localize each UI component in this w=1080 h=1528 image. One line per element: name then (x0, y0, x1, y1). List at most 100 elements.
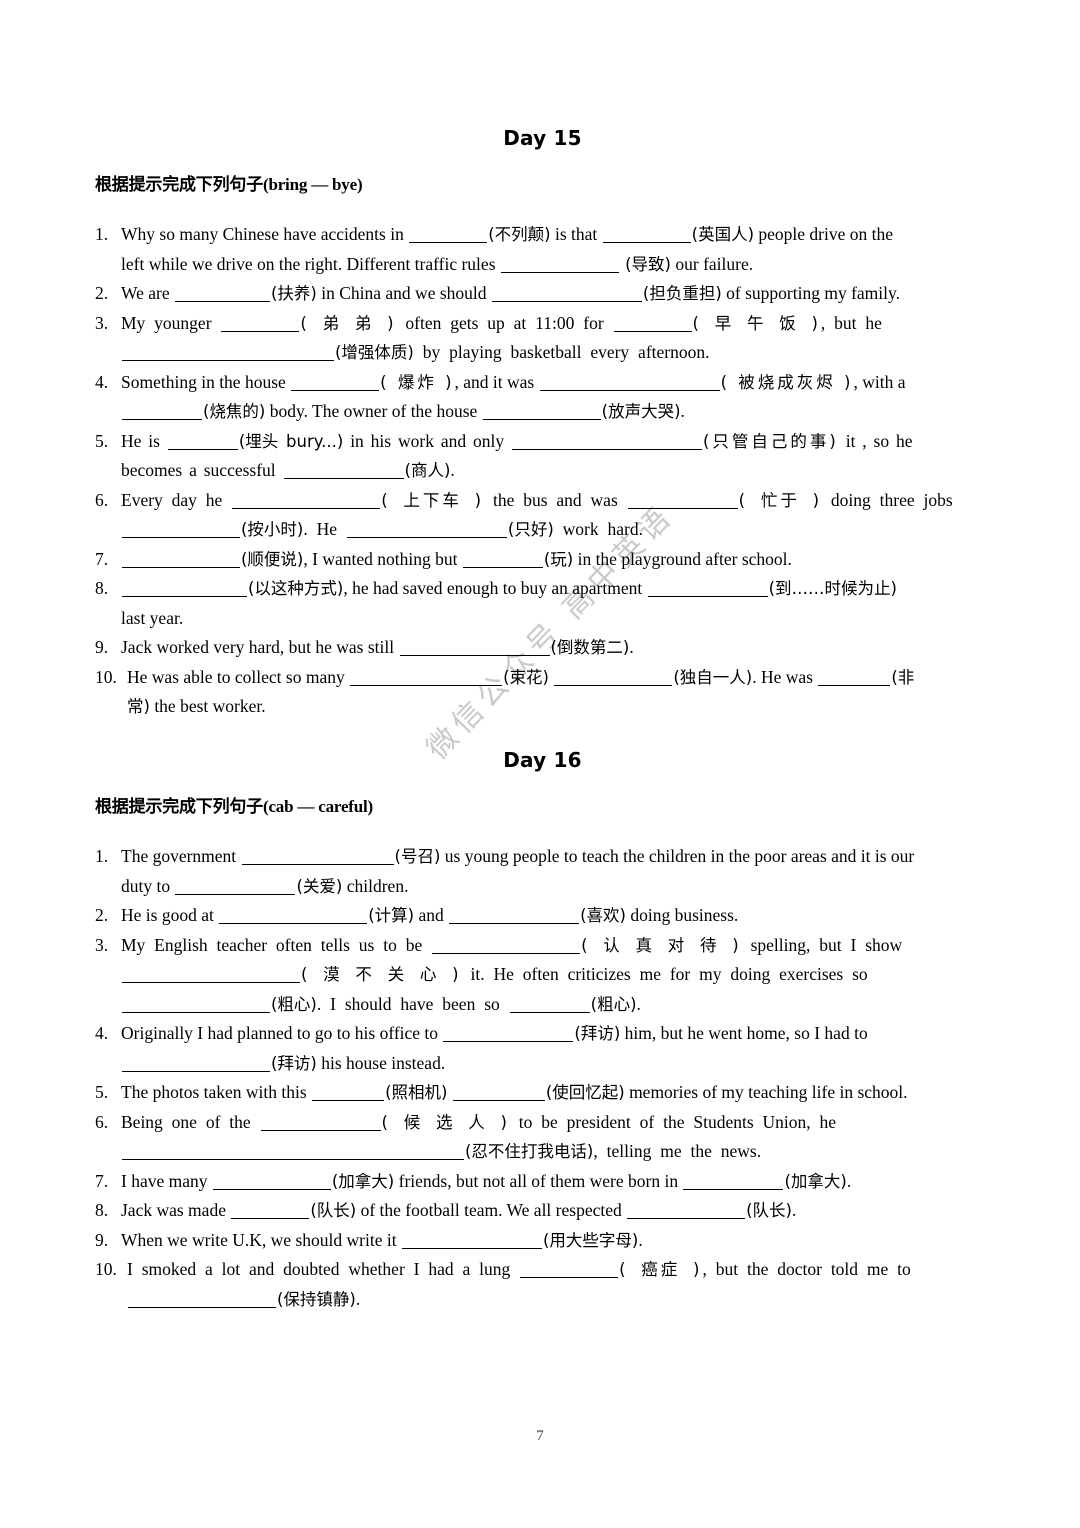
hint-chinese: ( 早 午 饭 ) (692, 313, 821, 333)
answer-blank[interactable] (511, 434, 702, 450)
sentence-text: . (680, 401, 685, 421)
answer-blank[interactable] (175, 879, 296, 895)
sentence-text: . (355, 1288, 361, 1309)
question-line: Jack was made (队长) of the football team.… (121, 1196, 990, 1226)
answer-blank[interactable] (491, 286, 642, 302)
answer-blank[interactable] (539, 375, 720, 391)
answer-blank[interactable] (122, 345, 334, 361)
sentence-text: , but the doctor told me to (702, 1259, 911, 1279)
answer-blank[interactable] (122, 522, 240, 538)
answer-blank[interactable] (122, 581, 247, 597)
answer-blank[interactable] (232, 493, 381, 509)
question-line: I smoked a lot and doubted whether I had… (127, 1255, 990, 1285)
hint-chinese: (增强体质) (335, 343, 414, 362)
question-number: 8. (95, 578, 109, 598)
answer-blank[interactable] (401, 1233, 542, 1249)
answer-blank[interactable] (627, 493, 738, 509)
sentence-text (549, 667, 553, 687)
sentence-text: He is good at (121, 905, 219, 925)
answer-blank[interactable] (221, 316, 300, 332)
answer-blank[interactable] (167, 434, 238, 450)
answer-blank[interactable] (520, 1262, 619, 1278)
sentence-text: in the playground after school. (573, 548, 792, 569)
answer-blank[interactable] (122, 967, 300, 983)
question-line: 常) the best worker. (127, 692, 990, 722)
answer-blank[interactable] (219, 908, 368, 924)
sentence-text: , but he (820, 312, 882, 333)
answer-blank[interactable] (122, 997, 270, 1013)
answer-blank[interactable] (241, 849, 394, 865)
sentence-text: doing business. (626, 905, 739, 925)
answer-blank[interactable] (260, 1115, 381, 1131)
hint-chinese: (扶养) (271, 284, 317, 303)
sentence-text: , telling me the news. (593, 1141, 762, 1161)
answer-blank[interactable] (122, 1144, 464, 1160)
hint-chinese: (照相机) (385, 1083, 448, 1102)
answer-blank[interactable] (312, 1085, 385, 1101)
hint-chinese: (束花) (503, 667, 549, 687)
question-line: (保持镇静). (127, 1285, 990, 1315)
question-line: ( 漠 不 关 心 ) it. He often criticizes me f… (121, 960, 990, 990)
answer-blank[interactable] (683, 1174, 784, 1190)
answer-blank[interactable] (602, 227, 691, 243)
question-line: duty to (关爱) children. (121, 872, 990, 902)
hint-chinese: (只管自己的事) (702, 431, 839, 451)
question-line: (顺便说), I wanted nothing but (玩) in the p… (121, 545, 990, 575)
answer-blank[interactable] (509, 997, 590, 1013)
question-item: 8. (以这种方式), he had saved enough to buy an… (95, 574, 990, 633)
question-number: 6. (95, 489, 109, 510)
sentence-text: . He was (752, 666, 818, 687)
sentence-text: We are (121, 283, 174, 303)
question-item: 4. Originally I had planned to go to his … (95, 1019, 990, 1078)
section-heading-cn: 根据提示完成下列句子 (95, 797, 263, 817)
sentence-text: friends, but not all of them were born i… (394, 1170, 683, 1191)
answer-blank[interactable] (212, 1174, 331, 1190)
answer-blank[interactable] (647, 581, 768, 597)
answer-blank[interactable] (500, 257, 619, 273)
answer-blank[interactable] (613, 316, 692, 332)
answer-blank[interactable] (409, 227, 488, 243)
question-line: He is good at (计算) and (喜欢) doing busine… (121, 901, 990, 931)
question-line: (粗心). I should have been so (粗心). (121, 990, 990, 1020)
answer-blank[interactable] (283, 463, 404, 479)
answer-blank[interactable] (627, 1203, 746, 1219)
answer-blank[interactable] (291, 375, 380, 391)
sentence-text: When we write U.K, we should write it (121, 1229, 401, 1250)
hint-chinese: ( 被烧成灰烬 ) (720, 372, 854, 392)
sentence-text: , with a (853, 371, 906, 392)
hint-chinese: (担负重担) (642, 284, 722, 303)
answer-blank[interactable] (122, 404, 202, 420)
sentence-text: doing three jobs (822, 489, 953, 510)
answer-blank[interactable] (122, 552, 240, 568)
answer-blank[interactable] (175, 286, 270, 302)
answer-blank[interactable] (432, 938, 581, 954)
answer-blank[interactable] (350, 670, 503, 686)
answer-blank[interactable] (462, 552, 543, 568)
sentence-text: duty to (121, 875, 175, 896)
sentence-text: Jack worked very hard, but he was still (121, 637, 399, 657)
answer-blank[interactable] (128, 1292, 276, 1308)
answer-blank[interactable] (122, 1056, 270, 1072)
answer-blank[interactable] (452, 1085, 545, 1101)
hint-chinese: ( 癌症 ) (619, 1260, 703, 1279)
sentence-text: Jack was made (121, 1200, 231, 1220)
sentence-text: Being one of the (121, 1111, 260, 1132)
answer-blank[interactable] (231, 1203, 310, 1219)
question-line: (烧焦的) body. The owner of the house (放声大哭… (121, 397, 990, 427)
question-line: My English teacher often tells us to be … (121, 931, 990, 961)
sentence-text: and (414, 905, 449, 925)
answer-blank[interactable] (554, 670, 673, 686)
answer-blank[interactable] (482, 404, 601, 420)
answer-blank[interactable] (818, 670, 891, 686)
hint-chinese: ( 弟 弟 ) (300, 313, 397, 333)
hint-chinese: (计算) (368, 906, 415, 925)
answer-blank[interactable] (399, 640, 550, 656)
sentence-text: , and it was (454, 371, 539, 392)
answer-blank[interactable] (443, 1026, 574, 1042)
sentence-text: Every day he (121, 489, 232, 510)
answer-blank[interactable] (449, 908, 580, 924)
sentence-text: Something in the house (121, 371, 291, 392)
hint-chinese: (加拿大) (784, 1171, 847, 1191)
answer-blank[interactable] (346, 522, 507, 538)
sentence-text: children. (342, 875, 409, 896)
